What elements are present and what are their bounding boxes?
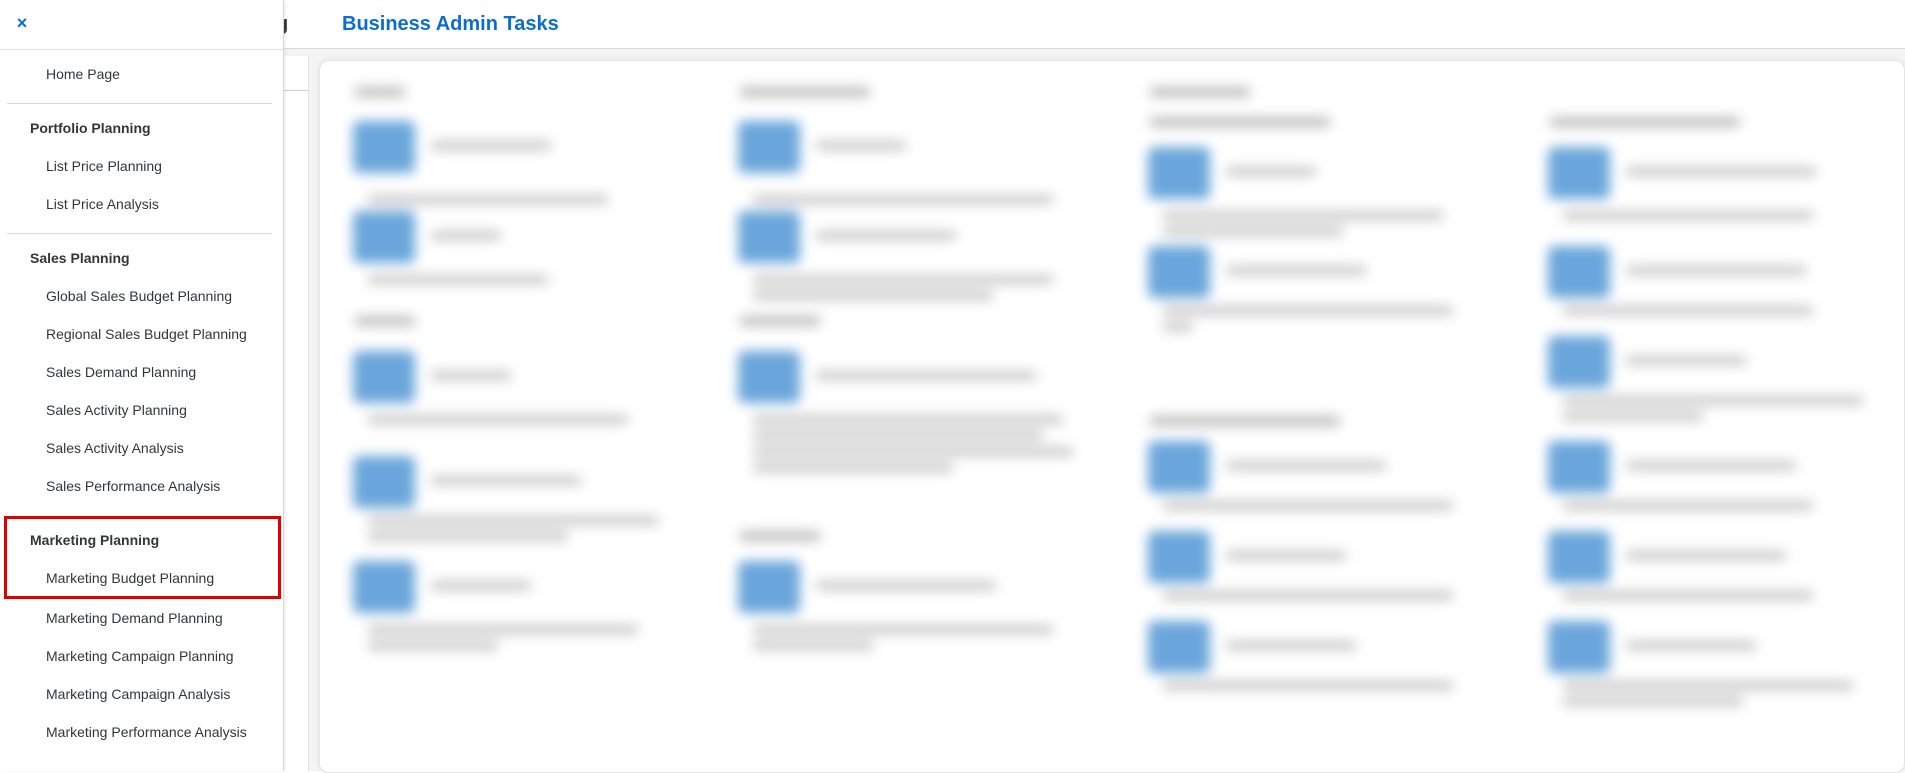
divider	[7, 103, 272, 104]
tile[interactable]	[1148, 441, 1488, 541]
tile[interactable]	[1148, 531, 1488, 631]
close-icon[interactable]: ×	[11, 12, 33, 34]
nav-item-marketing-demand-planning[interactable]: Marketing Demand Planning	[46, 610, 223, 626]
nav-item-sales-performance-analysis[interactable]: Sales Performance Analysis	[46, 478, 220, 494]
nav-item-home-page[interactable]: Home Page	[46, 66, 120, 82]
nav-group-sales-planning: Sales Planning	[30, 250, 130, 266]
tile[interactable]	[1548, 441, 1888, 541]
nav-item-list-price-planning[interactable]: List Price Planning	[46, 158, 162, 174]
highlight-box	[4, 516, 281, 599]
tile[interactable]	[353, 561, 683, 661]
tiles-panel	[319, 60, 1905, 773]
nav-item-marketing-campaign-analysis[interactable]: Marketing Campaign Analysis	[46, 686, 230, 702]
content-left-strip	[284, 56, 309, 771]
nav-item-global-sales-budget-planning[interactable]: Global Sales Budget Planning	[46, 288, 232, 304]
nav-item-marketing-campaign-planning[interactable]: Marketing Campaign Planning	[46, 648, 234, 664]
tile[interactable]	[1548, 336, 1888, 446]
divider	[7, 233, 272, 234]
page-title[interactable]: Business Admin Tasks	[342, 13, 559, 36]
tile[interactable]	[738, 211, 1078, 311]
tile[interactable]	[353, 121, 683, 221]
tile[interactable]	[353, 351, 683, 451]
tile[interactable]	[1548, 147, 1888, 247]
side-navigation-drawer: × Home Page Portfolio Planning List Pric…	[0, 0, 284, 771]
nav-item-regional-sales-budget-planning[interactable]: Regional Sales Budget Planning	[46, 326, 247, 342]
nav-item-sales-demand-planning[interactable]: Sales Demand Planning	[46, 364, 196, 380]
tile[interactable]	[1548, 246, 1888, 346]
tile[interactable]	[353, 211, 683, 311]
nav-item-marketing-budget-planning[interactable]: Marketing Budget Planning	[46, 570, 214, 586]
app-header: g Business Admin Tasks	[0, 0, 1905, 49]
tile[interactable]	[1148, 621, 1488, 721]
tile[interactable]	[738, 351, 1078, 501]
nav-group-portfolio-planning: Portfolio Planning	[30, 120, 151, 136]
tile[interactable]	[1148, 246, 1488, 346]
tile[interactable]	[1548, 621, 1888, 731]
nav-item-sales-activity-planning[interactable]: Sales Activity Planning	[46, 402, 187, 418]
tile[interactable]	[1148, 147, 1488, 247]
tile[interactable]	[738, 121, 1078, 221]
tile[interactable]	[353, 456, 683, 566]
nav-item-list-price-analysis[interactable]: List Price Analysis	[46, 196, 159, 212]
divider	[0, 49, 284, 50]
tile[interactable]	[738, 561, 1078, 661]
nav-item-sales-activity-analysis[interactable]: Sales Activity Analysis	[46, 440, 184, 456]
tile[interactable]	[1548, 531, 1888, 631]
nav-group-marketing-planning: Marketing Planning	[30, 532, 160, 548]
nav-item-marketing-performance-analysis[interactable]: Marketing Performance Analysis	[46, 724, 247, 740]
